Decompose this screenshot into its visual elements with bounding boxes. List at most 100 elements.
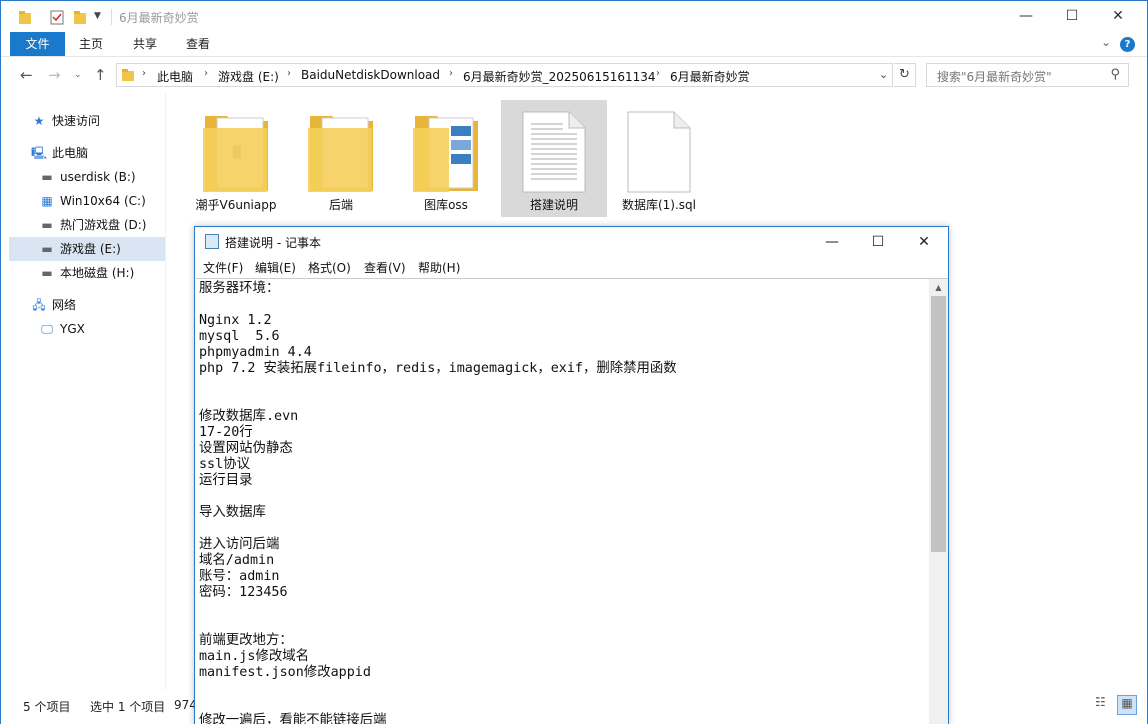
nav-label: 本地磁盘 (H:) — [60, 266, 135, 280]
text-line: ssl协议 — [199, 457, 250, 472]
address-bar[interactable]: › 此电脑 › 游戏盘 (E:) › BaiduNetdiskDownload … — [116, 63, 893, 87]
text-line: 运行目录 — [199, 473, 253, 488]
blank-file-icon — [627, 111, 691, 193]
item-count: 5 个项目 — [23, 700, 71, 714]
computer-icon: 🖳 — [31, 146, 48, 160]
text-line — [199, 617, 929, 633]
ribbon-expand-icon[interactable]: ⌄ — [1101, 35, 1111, 49]
text-line: 设置网站伪静态 — [199, 441, 293, 456]
scroll-thumb[interactable] — [931, 296, 946, 552]
nav-network[interactable]: 🖧 网络 — [31, 293, 187, 317]
chevron-right-icon[interactable]: › — [449, 68, 453, 79]
chevron-right-icon[interactable]: › — [204, 68, 208, 79]
navigation-pane: ★ 快速访问 🖳 此电脑 ▬ userdisk (B:) ▦ Win10x64 (C:)… — [1, 93, 166, 690]
help-icon[interactable]: ? — [1120, 37, 1135, 52]
menu-format[interactable]: 格式(O) — [308, 259, 351, 276]
chevron-right-icon[interactable]: › — [287, 68, 291, 79]
up-arrow-icon[interactable]: ↑ — [94, 66, 107, 84]
text-line — [199, 297, 929, 313]
title-bar: ▼ 6月最新奇妙赏 — ☐ ✕ — [1, 1, 1147, 32]
nav-drive-e[interactable]: ▬ 游戏盘 (E:) — [9, 237, 165, 261]
refresh-icon[interactable]: ↻ — [894, 63, 916, 87]
tab-share[interactable]: 共享 — [125, 32, 165, 56]
text-document-icon — [522, 111, 586, 193]
large-icons-view-icon[interactable]: ▦ — [1117, 695, 1137, 715]
breadcrumb-this-pc[interactable]: 此电脑 — [157, 68, 193, 85]
nav-quick-access[interactable]: ★ 快速访问 — [31, 109, 187, 133]
text-line — [199, 521, 929, 537]
tab-file[interactable]: 文件 — [10, 32, 65, 56]
search-input[interactable]: 搜索"6月最新奇妙赏" ⚲ — [926, 63, 1129, 87]
text-line — [199, 489, 929, 505]
close-button[interactable]: ✕ — [1095, 1, 1141, 31]
nav-label: YGX — [60, 322, 85, 336]
drive-icon: ▬ — [41, 266, 53, 280]
text-line — [199, 393, 929, 409]
nav-drive-c[interactable]: ▦ Win10x64 (C:) — [9, 189, 165, 213]
breadcrumb-baidu[interactable]: BaiduNetdiskDownload — [301, 68, 440, 82]
file-label: 数据库(1).sql — [621, 198, 697, 212]
file-item-sql[interactable]: 数据库(1).sql — [606, 100, 712, 217]
text-line: 密码：123456 — [199, 585, 288, 600]
drive-icon: ▬ — [41, 170, 53, 184]
notepad-maximize-button[interactable]: ☐ — [855, 227, 901, 257]
breadcrumb-current-folder[interactable]: 6月最新奇妙赏 — [670, 68, 750, 85]
notepad-menu-bar: 文件(F) 编辑(E) 格式(O) 查看(V) 帮助(H) — [195, 257, 948, 277]
menu-help[interactable]: 帮助(H) — [418, 259, 460, 276]
nav-label: 此电脑 — [52, 146, 89, 160]
star-icon: ★ — [33, 114, 45, 128]
notepad-minimize-button[interactable]: — — [809, 227, 855, 257]
file-item-folder[interactable]: 图库oss — [393, 100, 499, 217]
nav-drive-h[interactable]: ▬ 本地磁盘 (H:) — [9, 261, 165, 285]
window-title: 6月最新奇妙赏 — [119, 11, 199, 25]
text-line — [199, 601, 929, 617]
title-separator — [111, 9, 112, 25]
file-label: 潮乎V6uniapp — [195, 198, 277, 212]
notepad-content: 服务器环境： Nginx 1.2 mysql 5.6 phpmyadmin 4.4 p… — [196, 279, 929, 724]
nav-drive-b[interactable]: ▬ userdisk (B:) — [9, 165, 165, 189]
forward-arrow-icon[interactable]: → — [48, 66, 61, 84]
details-view-icon[interactable]: ☷ — [1095, 695, 1115, 715]
notepad-close-button[interactable]: ✕ — [901, 227, 947, 257]
text-line: 导入数据库 — [199, 505, 266, 520]
network-icon: 🖧 — [32, 298, 46, 312]
maximize-button[interactable]: ☐ — [1049, 1, 1095, 31]
chevron-right-icon[interactable]: › — [656, 68, 660, 79]
notepad-text-area[interactable]: 服务器环境： Nginx 1.2 mysql 5.6 phpmyadmin 4.4 p… — [196, 278, 929, 724]
file-item-folder[interactable]: 后端 — [288, 100, 394, 217]
drive-icon: ▬ — [41, 218, 53, 232]
chevron-right-icon[interactable]: › — [142, 68, 146, 79]
nav-drive-d[interactable]: ▬ 热门游戏盘 (D:) — [9, 213, 165, 237]
quick-access-dropdown-icon[interactable]: ▼ — [94, 11, 101, 29]
recent-locations-icon[interactable]: ⌄ — [74, 70, 82, 80]
text-line: phpmyadmin 4.4 — [199, 345, 312, 360]
breadcrumb-drive-e[interactable]: 游戏盘 (E:) — [218, 68, 279, 85]
menu-edit[interactable]: 编辑(E) — [255, 259, 296, 276]
search-icon[interactable]: ⚲ — [1110, 67, 1120, 82]
back-arrow-icon[interactable]: ← — [20, 66, 33, 84]
text-line: 服务器环境： — [199, 281, 280, 296]
notepad-title: 搭建说明 - 记事本 — [225, 236, 321, 250]
menu-view[interactable]: 查看(V) — [364, 259, 406, 276]
nav-this-pc[interactable]: 🖳 此电脑 — [31, 141, 187, 165]
nav-network-host[interactable]: 🖵 YGX — [9, 317, 165, 341]
vertical-scrollbar[interactable]: ▲ — [929, 278, 948, 724]
minimize-button[interactable]: — — [1003, 1, 1049, 31]
breadcrumb-download-folder[interactable]: 6月最新奇妙赏_20250615161134 — [463, 68, 656, 85]
file-item-folder[interactable]: 潮乎V6uniapp — [183, 100, 289, 217]
file-item-text-document[interactable]: 搭建说明 — [501, 100, 607, 217]
chevron-down-icon[interactable]: ⌄ — [879, 68, 888, 81]
menu-file[interactable]: 文件(F) — [203, 259, 243, 276]
new-folder-icon[interactable] — [73, 8, 87, 26]
scroll-up-icon[interactable]: ▲ — [929, 279, 948, 296]
folder-icon — [19, 11, 31, 24]
properties-icon[interactable] — [49, 8, 65, 26]
text-line — [199, 377, 929, 393]
text-line: php 7.2 安装拓展fileinfo，redis，imagemagick，e… — [199, 361, 677, 376]
nav-label: 游戏盘 (E:) — [60, 242, 121, 256]
nav-label: 快速访问 — [52, 114, 101, 128]
tab-view[interactable]: 查看 — [178, 32, 218, 56]
folder-icon — [308, 116, 373, 192]
tab-home[interactable]: 主页 — [71, 32, 111, 56]
file-label: 搭建说明 — [529, 198, 578, 212]
